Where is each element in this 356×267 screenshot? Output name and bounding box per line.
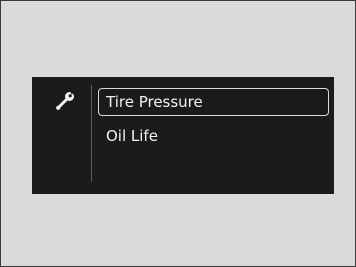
menu-divider [91, 85, 92, 182]
menu-item-tire-pressure[interactable]: Tire Pressure [98, 88, 329, 116]
wrench-icon [52, 89, 76, 113]
menu-item-oil-life[interactable]: Oil Life [98, 122, 329, 150]
screenshot-frame: Tire Pressure Oil Life [0, 0, 356, 267]
